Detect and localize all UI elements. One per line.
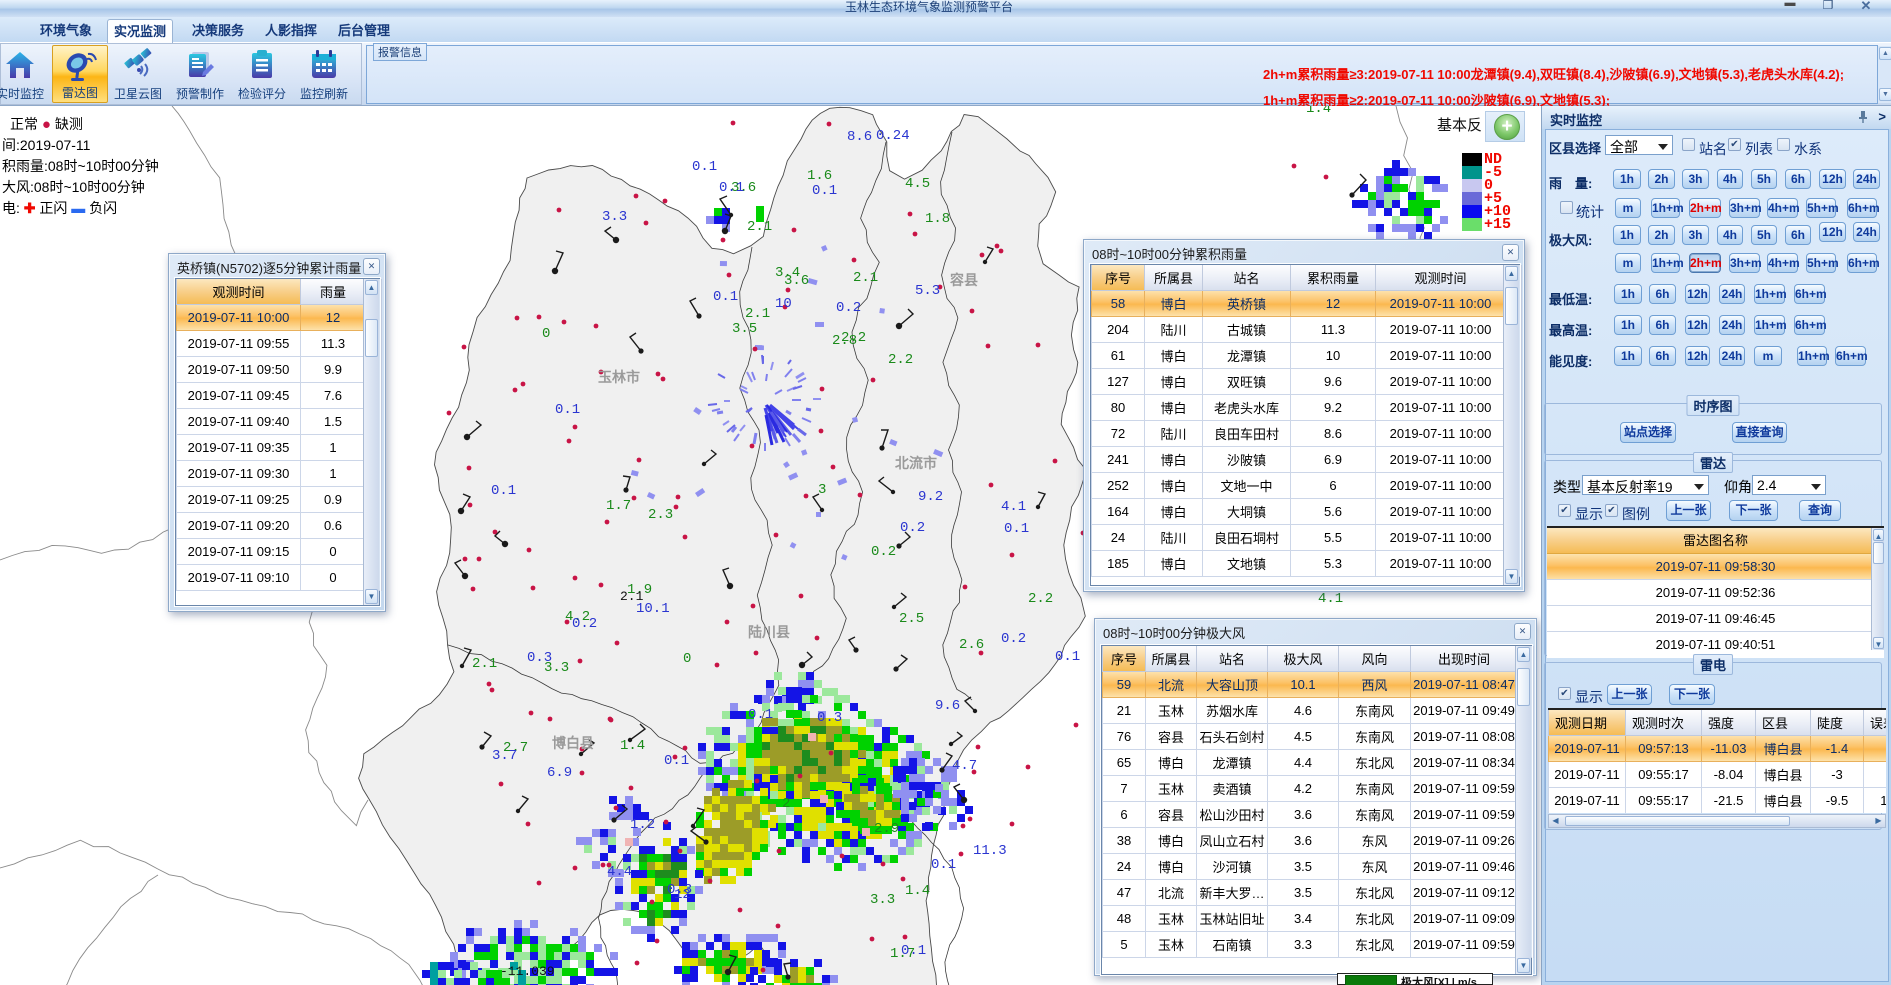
svg-text:0.3: 0.3 bbox=[817, 710, 842, 726]
svg-text:5.3: 5.3 bbox=[915, 283, 940, 299]
svg-text:4.5: 4.5 bbox=[905, 176, 930, 192]
svg-text:3.7: 3.7 bbox=[492, 748, 517, 764]
svg-text:0.3: 0.3 bbox=[527, 650, 552, 666]
svg-text:0.1: 0.1 bbox=[719, 180, 744, 196]
svg-text:3: 3 bbox=[818, 482, 826, 498]
svg-text:博白县: 博白县 bbox=[552, 735, 594, 751]
svg-text:9.2: 9.2 bbox=[918, 489, 943, 505]
svg-text:1.4: 1.4 bbox=[1306, 106, 1331, 117]
svg-text:4.1: 4.1 bbox=[1001, 499, 1026, 515]
svg-text:0.1: 0.1 bbox=[931, 857, 956, 873]
svg-text:2.1: 2.1 bbox=[745, 306, 770, 322]
svg-text:11.3: 11.3 bbox=[973, 843, 1007, 859]
svg-text:2.6: 2.6 bbox=[959, 637, 984, 653]
svg-text:北流市: 北流市 bbox=[895, 455, 937, 471]
svg-text:-11.039: -11.039 bbox=[500, 964, 555, 979]
svg-text:0.24: 0.24 bbox=[876, 128, 910, 144]
svg-text:0.2: 0.2 bbox=[1001, 631, 1026, 647]
svg-text:10: 10 bbox=[775, 296, 792, 312]
svg-text:6.9: 6.9 bbox=[547, 765, 572, 781]
svg-text:3.5: 3.5 bbox=[732, 321, 757, 337]
svg-text:0.1: 0.1 bbox=[692, 159, 717, 175]
svg-text:0.1: 0.1 bbox=[812, 183, 837, 199]
svg-text:0.2: 0.2 bbox=[836, 300, 861, 316]
svg-text:2.9: 2.9 bbox=[874, 821, 899, 837]
svg-text:0.2: 0.2 bbox=[900, 520, 925, 536]
svg-text:2.2: 2.2 bbox=[1028, 591, 1053, 607]
svg-text:3.3: 3.3 bbox=[870, 892, 895, 908]
svg-text:2.2: 2.2 bbox=[888, 352, 913, 368]
svg-text:容县: 容县 bbox=[949, 272, 978, 288]
svg-text:3.4: 3.4 bbox=[775, 265, 800, 281]
svg-text:2.2: 2.2 bbox=[841, 330, 866, 346]
svg-text:4.4: 4.4 bbox=[607, 864, 632, 880]
svg-text:1.8: 1.8 bbox=[925, 211, 950, 227]
svg-text:2: 2 bbox=[782, 796, 790, 812]
svg-text:2.1: 2.1 bbox=[747, 219, 772, 235]
svg-text:1.7: 1.7 bbox=[606, 498, 631, 514]
svg-text:玉林市: 玉林市 bbox=[598, 369, 640, 385]
svg-text:4.7: 4.7 bbox=[952, 758, 977, 774]
svg-text:1.4: 1.4 bbox=[905, 883, 930, 899]
svg-text:0.1: 0.1 bbox=[491, 483, 516, 499]
svg-text:1.4: 1.4 bbox=[620, 738, 645, 754]
svg-text:2.1: 2.1 bbox=[853, 270, 878, 286]
svg-text:0.2: 0.2 bbox=[572, 616, 597, 632]
svg-text:12: 12 bbox=[674, 887, 691, 903]
svg-text:0: 0 bbox=[542, 326, 550, 342]
svg-text:0.1: 0.1 bbox=[664, 753, 689, 769]
svg-text:0.1: 0.1 bbox=[1055, 649, 1080, 665]
svg-text:3.3: 3.3 bbox=[602, 209, 627, 225]
svg-text:0.2: 0.2 bbox=[871, 544, 896, 560]
svg-text:2.1: 2.1 bbox=[472, 656, 497, 672]
svg-text:1.6: 1.6 bbox=[807, 168, 832, 184]
svg-text:4.1: 4.1 bbox=[1318, 591, 1343, 607]
svg-text:8.6: 8.6 bbox=[847, 129, 872, 145]
svg-text:0.1: 0.1 bbox=[1004, 521, 1029, 537]
svg-text:0.1: 0.1 bbox=[555, 402, 580, 418]
svg-text:0.1: 0.1 bbox=[713, 289, 738, 305]
svg-text:2.5: 2.5 bbox=[899, 611, 924, 627]
svg-text:2.1: 2.1 bbox=[620, 589, 644, 604]
svg-text:陆川县: 陆川县 bbox=[748, 624, 790, 640]
svg-text:0: 0 bbox=[683, 651, 691, 667]
svg-text:0.1: 0.1 bbox=[748, 707, 773, 723]
svg-text:9.6: 9.6 bbox=[935, 698, 960, 714]
svg-text:0.1: 0.1 bbox=[901, 943, 926, 959]
svg-text:2.3: 2.3 bbox=[648, 507, 673, 523]
svg-text:1.2: 1.2 bbox=[630, 817, 655, 833]
